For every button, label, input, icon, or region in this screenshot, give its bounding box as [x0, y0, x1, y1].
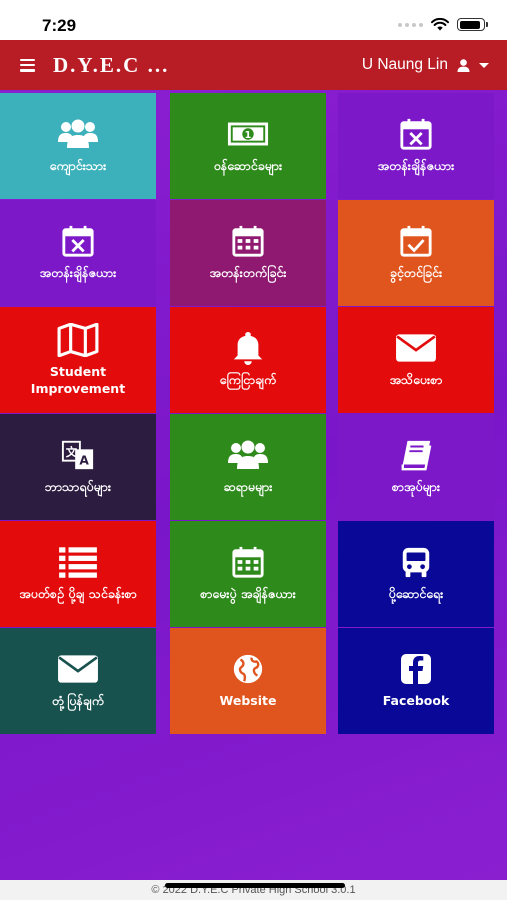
home-indicator [165, 883, 345, 888]
tile-label: Facebook [382, 693, 450, 709]
tile-label: ကျောင်းသား [49, 158, 107, 174]
tile-message[interactable]: အသိပေးစာ [338, 307, 494, 413]
menu-grid: ကျောင်းသား 1 ဝန်ဆောင်ခများ အတန်းချိန်ဇယား အတ… [0, 90, 507, 880]
tile-facebook[interactable]: Facebook [338, 628, 494, 734]
tile-label: ကြေငြာချက် [219, 372, 277, 388]
tile-label: တုံ့ပြန်ချက် [51, 693, 105, 709]
signal-dots-icon [398, 22, 423, 27]
tile-label: အတန်းတက်ခြင်း [209, 265, 287, 281]
status-time: 7:29 [42, 16, 77, 35]
envelope-icon [395, 331, 437, 365]
status-icons [398, 18, 488, 31]
tile-label: အပတ်စဉ် ပို့ချ သင်ခန်းစာ [19, 586, 137, 602]
calendar-icon [227, 545, 269, 579]
tile-label: Student Improvement [30, 364, 126, 396]
svg-text:A: A [79, 454, 89, 468]
tile-website[interactable]: Website [170, 628, 326, 734]
svg-text:1: 1 [245, 130, 252, 141]
user-menu[interactable]: U Naung Lin [362, 56, 489, 74]
status-bar: 7:29 [0, 0, 507, 40]
users-icon [227, 438, 269, 472]
tile-registration[interactable]: အပတ်စဉ် ပို့ချ သင်ခန်းစာ [0, 521, 156, 627]
menu-icon[interactable] [20, 58, 35, 72]
tile-subjects[interactable]: 文 A ဘာသာရပ်များ [0, 414, 156, 520]
tile-class-schedule[interactable]: အတန်းချိန်ဇယား [338, 93, 494, 199]
app-title: D.Y.E.C ... [53, 52, 170, 77]
bell-icon [227, 331, 269, 366]
tile-label: စာမေးပွဲ အချိန်ဇယား [200, 586, 296, 602]
calendar-check-icon [395, 224, 437, 258]
map-icon [57, 323, 99, 358]
tile-label: အတန်းချိန်ဇယား [39, 265, 117, 281]
tile-ferry[interactable]: ပို့ဆောင်ရေး [338, 521, 494, 627]
chevron-down-icon [479, 62, 489, 68]
tile-label: ခွင့်တင်ခြင်း [389, 265, 443, 281]
calendar-icon [227, 224, 269, 258]
globe-icon [227, 652, 269, 686]
tile-announcement[interactable]: ကြေငြာချက် [170, 307, 326, 413]
tile-label: အသိပေးစာ [389, 372, 443, 388]
tile-exam-schedule[interactable]: စာမေးပွဲ အချိန်ဇယား [170, 521, 326, 627]
tile-teachers[interactable]: ဆရာမများ [170, 414, 326, 520]
list-icon [57, 545, 99, 579]
tile-label: ဝန်ဆောင်ခများ [213, 158, 283, 174]
tile-books[interactable]: စာအုပ်များ [338, 414, 494, 520]
tile-class-timetable[interactable]: အတန်းချိန်ဇယား [0, 200, 156, 306]
tile-label: စာအုပ်များ [391, 479, 441, 495]
money-icon: 1 [227, 117, 269, 151]
battery-icon [457, 18, 488, 31]
tile-label: အတန်းချိန်ဇယား [377, 158, 455, 174]
user-name: U Naung Lin [361, 56, 448, 73]
tile-student[interactable]: ကျောင်းသား [0, 93, 156, 199]
tile-label: ပို့ဆောင်ရေး [388, 586, 444, 602]
calendar-x-icon [395, 117, 437, 151]
calendar-x-icon [57, 224, 99, 258]
tile-reply[interactable]: တုံ့ပြန်ချက် [0, 628, 156, 734]
bus-icon [395, 545, 437, 579]
tile-student-improvement[interactable]: Student Improvement [0, 307, 156, 413]
tile-label: ဘာသာရပ်များ [44, 479, 112, 495]
users-icon [57, 117, 99, 151]
tile-leave[interactable]: ခွင့်တင်ခြင်း [338, 200, 494, 306]
book-icon [395, 438, 437, 472]
app-header: D.Y.E.C ... U Naung Lin [0, 40, 507, 90]
facebook-icon [395, 652, 437, 686]
envelope-icon [57, 652, 99, 686]
user-icon [457, 58, 470, 72]
translate-icon: 文A [57, 438, 99, 472]
tile-label: Website [219, 693, 277, 709]
wifi-icon [431, 18, 449, 31]
tile-class-attendance[interactable]: အတန်းတက်ခြင်း [170, 200, 326, 306]
tile-label: ဆရာမများ [223, 479, 273, 495]
tile-fee[interactable]: 1 ဝန်ဆောင်ခများ [170, 93, 326, 199]
